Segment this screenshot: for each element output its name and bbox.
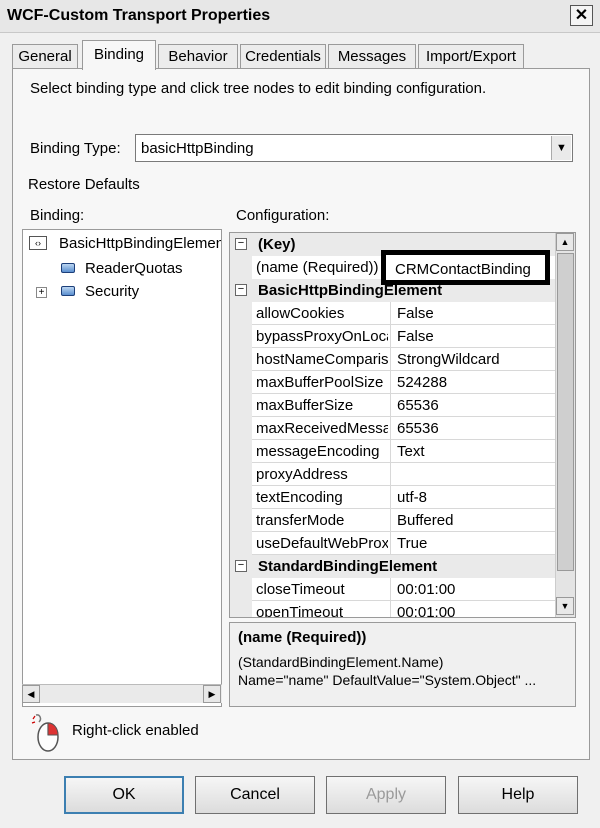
collapse-icon[interactable]: − — [235, 284, 247, 296]
expand-plus-icon[interactable]: + — [36, 287, 47, 298]
property-row[interactable]: maxReceivedMessageSize65536 — [230, 417, 560, 440]
property-name: closeTimeout — [256, 581, 345, 598]
configuration-label: Configuration: — [236, 207, 330, 224]
tree-item-label: Security — [85, 283, 140, 300]
property-value[interactable]: Text — [390, 440, 560, 463]
tab-import-export[interactable]: Import/Export — [418, 44, 524, 69]
name-value-input[interactable]: CRMContactBinding — [381, 250, 550, 285]
category-standard-binding-element[interactable]: − StandardBindingElement — [230, 555, 560, 578]
instructions-text: Select binding type and click tree nodes… — [30, 80, 487, 97]
scroll-left-icon[interactable]: ◀ — [22, 685, 40, 703]
tab-binding[interactable]: Binding — [82, 40, 156, 70]
category-label: StandardBindingElement — [258, 558, 438, 575]
tab-messages[interactable]: Messages — [328, 44, 416, 69]
binding-tree-label: Binding: — [30, 207, 85, 224]
node-icon — [61, 263, 75, 273]
collapse-icon[interactable]: − — [235, 238, 247, 250]
binding-type-select[interactable]: basicHttpBinding ▼ — [135, 134, 573, 162]
property-value[interactable]: 65536 — [390, 394, 560, 417]
property-row[interactable]: maxBufferPoolSize 524288 — [230, 371, 560, 394]
help-button[interactable]: Help — [458, 776, 578, 814]
ok-button[interactable]: OK — [64, 776, 184, 814]
property-row[interactable]: maxBufferSize 65536 — [230, 394, 560, 417]
right-click-label: Right-click enabled — [72, 722, 199, 739]
property-value[interactable]: 00:01:00 — [390, 601, 560, 617]
cancel-button[interactable]: Cancel — [195, 776, 315, 814]
description-line: (StandardBindingElement.Name) — [238, 654, 444, 670]
property-value[interactable]: True — [390, 532, 560, 555]
property-row[interactable]: allowCookies False — [230, 302, 560, 325]
binding-tree[interactable]: ‹› BasicHttpBindingElement ReaderQuotas … — [22, 229, 222, 707]
mouse-icon — [31, 714, 59, 752]
property-row[interactable]: openTimeout 00:01:00 — [230, 601, 560, 618]
property-name: useDefaultWebProxy — [256, 535, 388, 552]
tab-behavior[interactable]: Behavior — [158, 44, 238, 69]
property-name: textEncoding — [256, 489, 343, 506]
property-name: messageEncoding — [256, 443, 380, 460]
property-value[interactable]: False — [390, 302, 560, 325]
property-row[interactable]: closeTimeout 00:01:00 — [230, 578, 560, 601]
tree-item-reader-quotas[interactable]: ReaderQuotas — [61, 260, 211, 280]
property-name: maxReceivedMessageSize — [256, 420, 388, 437]
property-row[interactable]: proxyAddress — [230, 463, 560, 486]
chevron-down-icon[interactable]: ▼ — [551, 136, 571, 160]
tab-general[interactable]: General — [12, 44, 78, 69]
property-value[interactable] — [390, 463, 560, 486]
property-value[interactable]: 00:01:00 — [390, 578, 560, 601]
tree-item-label: ReaderQuotas — [85, 260, 183, 277]
property-name: (name (Required)) — [256, 259, 379, 276]
tab-credentials[interactable]: Credentials — [240, 44, 326, 69]
binding-element-icon: ‹› — [29, 236, 47, 250]
property-name: bypassProxyOnLocal — [256, 328, 388, 345]
tree-item-label: BasicHttpBindingElement — [59, 235, 222, 252]
restore-defaults-link[interactable]: Restore Defaults — [28, 176, 140, 193]
property-row[interactable]: bypassProxyOnLocal False — [230, 325, 560, 348]
property-value[interactable]: Buffered — [390, 509, 560, 532]
property-row[interactable]: textEncoding utf-8 — [230, 486, 560, 509]
binding-type-label: Binding Type: — [30, 140, 121, 157]
property-value[interactable]: 524288 — [390, 371, 560, 394]
property-name: proxyAddress — [256, 466, 348, 483]
description-panel: (name (Required)) (StandardBindingElemen… — [229, 622, 576, 707]
window-title: WCF-Custom Transport Properties — [7, 7, 271, 24]
property-name: hostNameComparisonMode — [256, 351, 388, 368]
tree-horizontal-scrollbar[interactable]: ◀ ▶ — [22, 684, 222, 703]
node-icon — [61, 286, 75, 296]
property-row[interactable]: hostNameComparisonModeStrongWildcard — [230, 348, 560, 371]
scroll-up-icon[interactable]: ▲ — [556, 233, 574, 251]
property-row[interactable]: messageEncoding Text — [230, 440, 560, 463]
description-title: (name (Required)) — [238, 629, 367, 646]
binding-type-value: basicHttpBinding — [141, 140, 254, 157]
property-value[interactable]: utf-8 — [390, 486, 560, 509]
close-icon[interactable]: ✕ — [570, 5, 593, 26]
property-name: maxBufferPoolSize — [256, 374, 384, 391]
scroll-thumb[interactable] — [557, 253, 574, 571]
property-name: maxBufferSize — [256, 397, 354, 414]
tree-item-security[interactable]: Security — [61, 283, 211, 303]
scroll-right-icon[interactable]: ▶ — [203, 685, 221, 703]
property-value[interactable]: False — [390, 325, 560, 348]
apply-button[interactable]: Apply — [326, 776, 446, 814]
property-name: allowCookies — [256, 305, 345, 322]
scroll-down-icon[interactable]: ▼ — [556, 597, 574, 615]
property-row[interactable]: transferMode Buffered — [230, 509, 560, 532]
property-grid[interactable]: − (Key) (name (Required)) − BasicHttpBin… — [229, 232, 576, 618]
property-name: transferMode — [256, 512, 345, 529]
description-line: Name="name" DefaultValue="System.Object"… — [238, 672, 537, 688]
tree-item-basic-http-binding-element[interactable]: ‹› BasicHttpBindingElement — [29, 235, 222, 255]
title-bar: WCF-Custom Transport Properties ✕ — [0, 0, 600, 33]
grid-vertical-scrollbar[interactable]: ▲ ▼ — [555, 233, 575, 617]
property-value[interactable]: StrongWildcard — [390, 348, 560, 371]
property-value[interactable]: 65536 — [390, 417, 560, 440]
property-name: openTimeout — [256, 604, 343, 618]
property-row[interactable]: useDefaultWebProxy True — [230, 532, 560, 555]
collapse-icon[interactable]: − — [235, 560, 247, 572]
name-value-text: CRMContactBinding — [395, 261, 531, 278]
